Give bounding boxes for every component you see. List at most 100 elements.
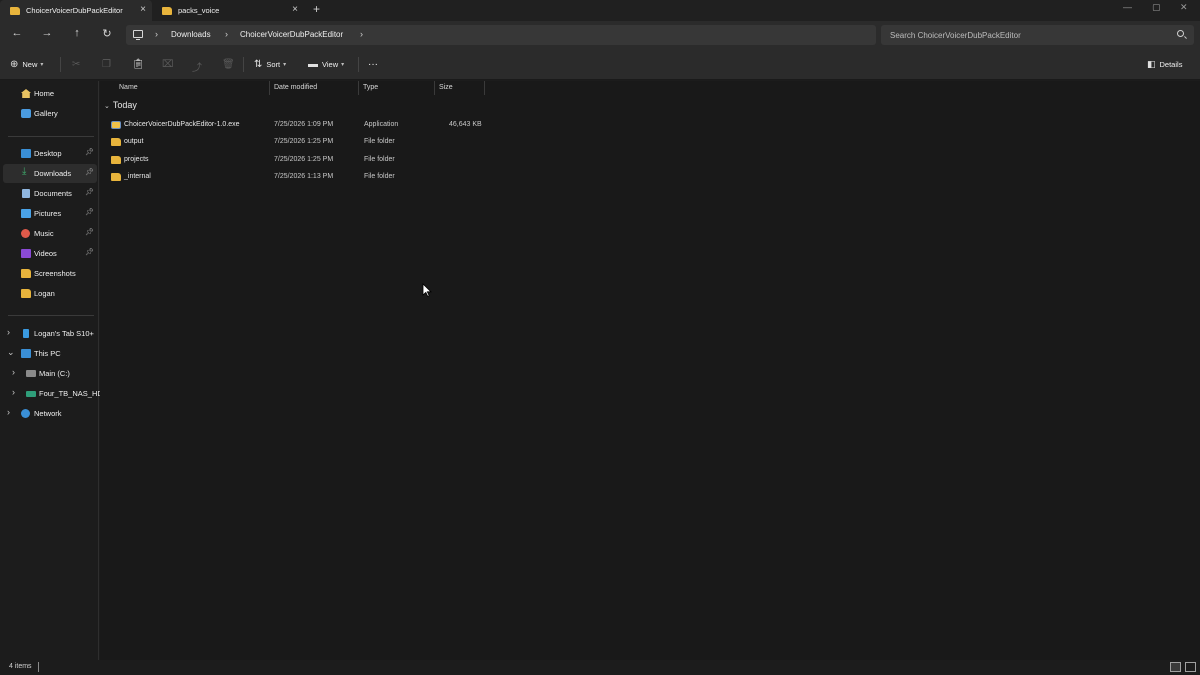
sidebar-divider <box>8 136 94 137</box>
pin-icon[interactable]: 📌︎ <box>85 188 94 196</box>
minimize-icon[interactable]: — <box>1123 2 1132 12</box>
close-tab-icon[interactable]: × <box>140 4 146 15</box>
chevron-down-icon: ⌄ <box>104 103 110 110</box>
chevron-right-icon[interactable]: › <box>360 29 363 39</box>
file-row[interactable]: _internal 7/25/2026 1:13 PM File folder <box>106 169 486 186</box>
sidebar-item-music[interactable]: Music 📌︎ <box>3 224 97 243</box>
sidebar-item-pictures[interactable]: Pictures 📌︎ <box>3 204 97 223</box>
group-header-today[interactable]: ⌄ Today <box>104 100 137 110</box>
sidebar-item-home[interactable]: Home <box>3 84 97 103</box>
back-icon[interactable]: ← <box>10 27 24 39</box>
address-bar[interactable]: › Downloads › ChoicerVoicerDubPackEditor… <box>126 25 876 45</box>
details-view-icon[interactable] <box>1170 662 1181 672</box>
group-label: Today <box>112 100 137 110</box>
view-button[interactable]: ▬ View ▾ <box>308 59 344 70</box>
plus-circle-icon: ⊕ <box>10 59 19 70</box>
details-label: Details <box>1159 60 1183 69</box>
forward-icon[interactable]: → <box>40 27 54 39</box>
chevron-right-icon[interactable]: › <box>7 327 10 337</box>
chevron-right-icon[interactable]: › <box>225 29 228 39</box>
file-name: _internal <box>124 173 151 180</box>
close-window-icon[interactable]: ✕ <box>1180 2 1188 13</box>
folder-icon <box>162 6 172 15</box>
pin-icon[interactable]: 📌︎ <box>85 228 94 236</box>
sidebar-item-gallery[interactable]: Gallery <box>3 104 97 123</box>
sidebar-item-main-c[interactable]: › Main (C:) <box>3 364 97 383</box>
status-divider <box>38 662 39 672</box>
file-row[interactable]: ChoicerVoicerDubPackEditor-1.0.exe 7/25/… <box>106 117 486 134</box>
more-options-icon: ··· <box>368 59 378 70</box>
file-row[interactable]: projects 7/25/2026 1:25 PM File folder <box>106 152 486 169</box>
sidebar-item-downloads[interactable]: ⤓ Downloads 📌︎ <box>3 164 97 183</box>
search-box[interactable] <box>881 25 1194 45</box>
column-header-type[interactable]: Type <box>359 81 435 95</box>
breadcrumb-downloads[interactable]: Downloads <box>171 30 211 39</box>
toolbar-divider <box>358 57 359 72</box>
new-button[interactable]: ⊕ New ▾ <box>10 59 43 70</box>
sidebar-item-screenshots[interactable]: Screenshots <box>3 264 97 283</box>
folder-icon <box>111 173 121 181</box>
folder-icon <box>21 269 31 278</box>
sidebar-item-videos[interactable]: Videos 📌︎ <box>3 244 97 263</box>
folder-icon <box>10 6 20 15</box>
chevron-down-icon: ▾ <box>40 62 44 68</box>
sidebar-item-documents[interactable]: Documents 📌︎ <box>3 184 97 203</box>
chevron-right-icon[interactable]: › <box>12 387 15 397</box>
pin-icon[interactable]: 📌︎ <box>85 168 94 176</box>
refresh-icon[interactable]: ↻ <box>100 27 114 40</box>
pin-icon[interactable]: 📌︎ <box>85 208 94 216</box>
new-tab-icon[interactable]: + <box>313 2 320 16</box>
sort-button[interactable]: ⇅ Sort ▾ <box>254 59 286 70</box>
sidebar-item-label: Gallery <box>34 109 58 118</box>
tab-choicervoicer[interactable]: ChoicerVoicerDubPackEditor × <box>0 0 152 21</box>
scissors-icon: ✂ <box>72 59 81 70</box>
column-header-name[interactable]: Name <box>115 81 270 95</box>
file-date: 7/25/2026 1:25 PM <box>274 156 334 163</box>
cut-button[interactable]: ✂ <box>72 59 84 70</box>
paste-button[interactable]: 📋︎ <box>132 59 149 70</box>
pin-icon[interactable]: 📌︎ <box>85 148 94 156</box>
sidebar-item-label: Logan <box>34 289 55 298</box>
file-name: ChoicerVoicerDubPackEditor-1.0.exe <box>124 121 240 128</box>
details-button[interactable]: ◧ Details <box>1147 59 1182 70</box>
pin-icon[interactable]: 📌︎ <box>85 248 94 256</box>
search-icon[interactable] <box>1177 30 1184 37</box>
sidebar-item-this-pc[interactable]: ⌄ This PC <box>3 344 97 363</box>
tab-packs-voice[interactable]: packs_voice × <box>152 0 304 21</box>
view-icon: ▬ <box>308 59 318 70</box>
toolbar-divider <box>60 57 61 72</box>
close-tab-icon[interactable]: × <box>292 4 298 15</box>
share-button[interactable]: ⤴ <box>192 59 206 74</box>
column-header-date[interactable]: Date modified <box>270 81 359 95</box>
chevron-right-icon[interactable]: › <box>12 367 15 377</box>
nas-drive-icon <box>26 391 36 397</box>
chevron-right-icon[interactable]: › <box>155 29 158 39</box>
copy-button[interactable]: ❐ <box>102 59 115 70</box>
sidebar-item-network[interactable]: › Network <box>3 404 97 423</box>
clipboard-icon: 📋︎ <box>132 59 145 70</box>
column-header-size[interactable]: Size <box>435 81 485 95</box>
sidebar-item-desktop[interactable]: Desktop 📌︎ <box>3 144 97 163</box>
more-options-button[interactable]: ··· <box>368 59 378 70</box>
chevron-right-icon[interactable]: › <box>7 407 10 417</box>
network-icon <box>21 409 30 418</box>
file-row[interactable]: output 7/25/2026 1:25 PM File folder <box>106 134 486 151</box>
sidebar-item-nas[interactable]: › Four_TB_NAS_HD <box>3 384 103 403</box>
breadcrumb-current[interactable]: ChoicerVoicerDubPackEditor <box>240 30 343 39</box>
sidebar-item-tablet[interactable]: › Logan's Tab S10+ <box>3 324 97 343</box>
chevron-down-icon[interactable]: ⌄ <box>7 347 15 358</box>
up-icon[interactable]: ↑ <box>70 27 84 39</box>
tab-label: packs_voice <box>178 6 220 15</box>
chevron-down-icon: ▾ <box>283 62 287 68</box>
tiles-view-icon[interactable] <box>1185 662 1196 672</box>
file-name: projects <box>124 156 149 163</box>
delete-button[interactable]: 🗑︎ <box>222 59 239 70</box>
sidebar-item-logan[interactable]: Logan <box>3 284 97 303</box>
file-type: Application <box>364 121 399 128</box>
sidebar-item-label: Screenshots <box>34 269 76 278</box>
rename-button[interactable]: ⌧ <box>162 59 178 70</box>
search-input[interactable] <box>881 25 1171 45</box>
maximize-icon[interactable]: ▢ <box>1152 2 1161 13</box>
this-pc-icon[interactable] <box>133 30 143 40</box>
file-type: File folder <box>364 138 395 145</box>
